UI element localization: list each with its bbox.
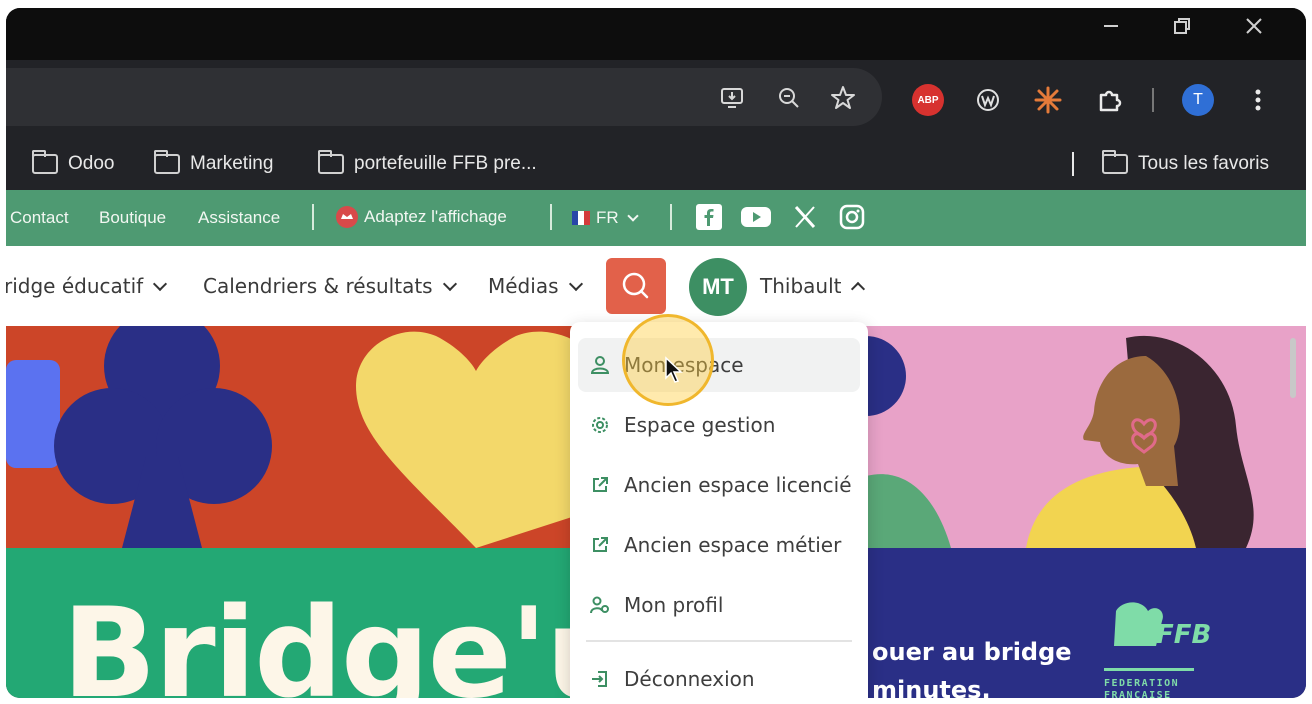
menu-kebab-icon[interactable] [1246, 84, 1270, 116]
flag-fr-icon [572, 211, 590, 225]
search-button[interactable] [606, 258, 666, 314]
folder-icon [1102, 150, 1128, 174]
menu-item-mon-profil[interactable]: Mon profil [578, 578, 860, 632]
title-bar [6, 8, 1306, 60]
instagram-icon[interactable] [838, 203, 866, 231]
org-name-line-2: FRANÇAISE [1104, 690, 1172, 698]
bookmarks-divider [1072, 152, 1074, 176]
extensions-puzzle-icon[interactable] [1094, 84, 1126, 116]
mouse-cursor-icon [664, 356, 684, 384]
menu-item-label: Mon profil [624, 593, 724, 617]
accessibility-icon [336, 206, 358, 228]
bookmark-label: Tous les favoris [1138, 153, 1269, 174]
menu-divider [586, 640, 852, 642]
restore-icon[interactable] [1152, 8, 1212, 44]
extension-star-icon[interactable] [1032, 84, 1064, 116]
chevron-down-icon [568, 276, 583, 291]
nav-calendriers[interactable]: Calendriers & résultats [203, 274, 457, 298]
user-initials: MT [702, 274, 734, 299]
bookmark-star-icon[interactable] [828, 83, 858, 113]
adblock-label: ABP [917, 94, 939, 106]
youtube-icon[interactable] [740, 206, 772, 228]
folder-icon [154, 150, 180, 174]
nav-bridge-educatif[interactable]: ridge éducatif [6, 274, 168, 298]
link-contact[interactable]: Contact [10, 208, 69, 228]
link-boutique[interactable]: Boutique [99, 208, 166, 228]
folder-icon [318, 150, 344, 174]
address-bar[interactable] [6, 68, 882, 126]
bookmark-portefeuille[interactable]: portefeuille FFB pre... [318, 150, 537, 178]
display-settings-link[interactable]: Adaptez l'affichage [336, 206, 507, 228]
user-avatar[interactable]: MT [689, 258, 747, 316]
bookmark-odoo[interactable]: Odoo [32, 150, 114, 178]
gear-icon [590, 415, 610, 435]
user-dropdown-menu: Mon espace Espace gestion Ancien espace … [570, 322, 868, 698]
display-settings-label: Adaptez l'affichage [364, 207, 507, 226]
user-name: Thibault [760, 274, 842, 298]
minimize-icon[interactable] [1081, 8, 1141, 44]
separator [670, 204, 672, 230]
external-link-icon [590, 475, 610, 495]
main-nav: ridge éducatif Calendriers & résultats M… [6, 246, 1306, 326]
hero-subtitle-line-1: ouer au bridge [872, 638, 1072, 666]
nav-medias[interactable]: Médias [488, 274, 583, 298]
facebook-icon[interactable] [696, 204, 722, 230]
separator [312, 204, 314, 230]
chevron-down-icon [153, 276, 168, 291]
browser-window: ABP T Odoo Marketing portefeuille FFB pr… [6, 8, 1306, 698]
chevron-down-icon [442, 276, 457, 291]
folder-icon [32, 150, 58, 174]
site-top-bar: Contact Boutique Assistance Adaptez l'af… [6, 190, 1306, 246]
toolbar-divider [1152, 88, 1154, 112]
bookmarks-bar: Odoo Marketing portefeuille FFB pre... T… [6, 138, 1306, 190]
nav-label: Calendriers & résultats [203, 274, 433, 298]
menu-item-ancien-espace-licencie[interactable]: Ancien espace licencié [578, 458, 860, 512]
menu-item-espace-gestion[interactable]: Espace gestion [578, 398, 860, 452]
browser-toolbar: ABP T [6, 60, 1306, 138]
bookmark-all-favorites[interactable]: Tous les favoris [1102, 150, 1269, 178]
external-link-icon [590, 535, 610, 555]
nav-label: Médias [488, 274, 559, 298]
page-scrollbar[interactable] [1290, 338, 1296, 398]
menu-item-label: Espace gestion [624, 413, 776, 437]
menu-item-label: Déconnexion [624, 667, 755, 691]
zoom-icon[interactable] [774, 83, 804, 113]
nav-label: ridge éducatif [6, 274, 144, 298]
menu-item-label: Ancien espace licencié [624, 473, 852, 497]
profile-avatar[interactable]: T [1182, 84, 1214, 116]
menu-item-deconnexion[interactable]: Déconnexion [578, 652, 860, 698]
hero-subtitle-line-2: minutes. [872, 676, 991, 698]
org-name-line-1: FEDERATION [1104, 678, 1180, 689]
separator [550, 204, 552, 230]
link-assistance[interactable]: Assistance [198, 208, 280, 228]
close-icon[interactable] [1224, 8, 1284, 44]
chevron-up-icon [851, 281, 866, 297]
user-menu-toggle[interactable]: Thibault [760, 274, 866, 298]
user-settings-icon [590, 595, 610, 615]
menu-item-label: Ancien espace métier [624, 533, 842, 557]
user-icon [590, 355, 610, 375]
chevron-down-icon [627, 210, 639, 222]
bookmark-label: Odoo [68, 153, 115, 174]
bookmark-label: Marketing [190, 153, 274, 174]
x-icon[interactable] [792, 204, 818, 230]
logout-icon [590, 669, 610, 689]
bookmark-marketing[interactable]: Marketing [154, 150, 273, 178]
profile-initial: T [1193, 91, 1203, 108]
search-icon [622, 272, 649, 299]
ffb-logo: FFB [1156, 620, 1212, 650]
adblock-icon[interactable]: ABP [912, 84, 944, 116]
language-label: FR [596, 208, 619, 227]
extension-w-icon[interactable] [974, 86, 1002, 114]
menu-item-mon-espace[interactable]: Mon espace [578, 338, 860, 392]
bookmark-label: portefeuille FFB pre... [354, 153, 537, 174]
language-selector[interactable]: FR [572, 208, 639, 228]
menu-item-ancien-espace-metier[interactable]: Ancien espace métier [578, 518, 860, 572]
install-app-icon[interactable] [718, 83, 748, 113]
